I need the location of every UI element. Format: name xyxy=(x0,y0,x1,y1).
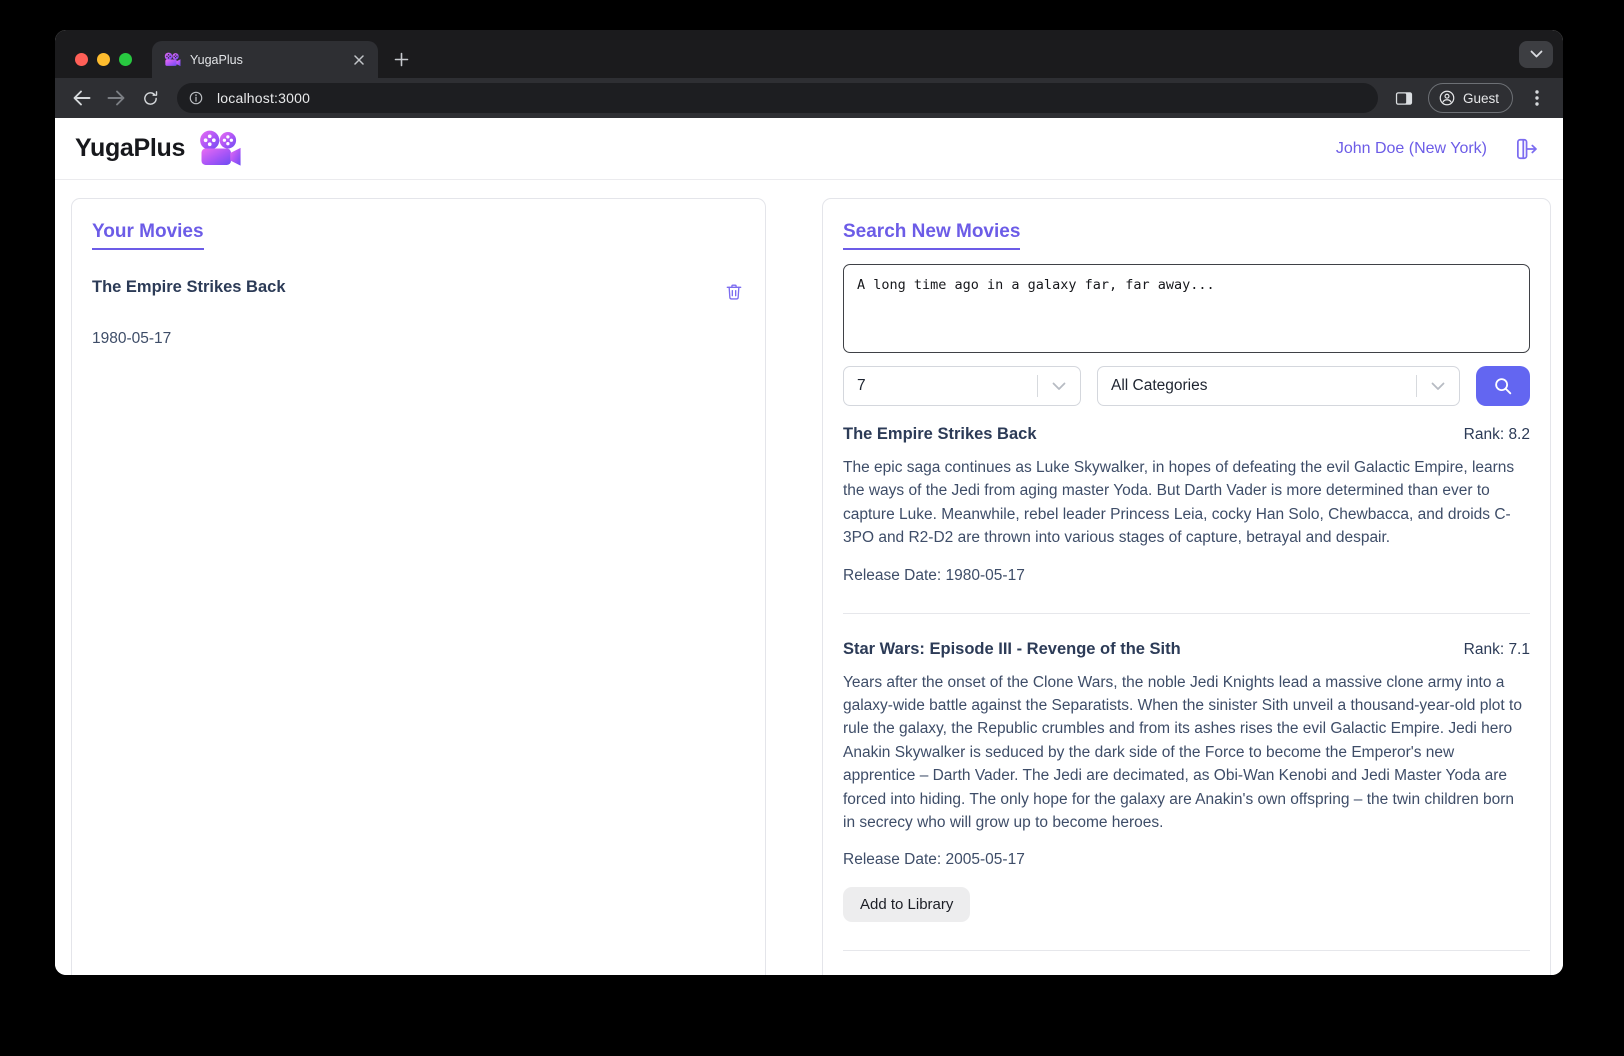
user-profile-link[interactable]: John Doe (New York) xyxy=(1336,140,1487,158)
minimize-window-button[interactable] xyxy=(97,53,110,66)
tab-title: YugaPlus xyxy=(190,53,350,67)
guest-profile-button[interactable]: Guest xyxy=(1428,83,1513,113)
library-movie-row: The Empire Strikes Back xyxy=(92,278,745,302)
library-movie-date: 1980-05-17 xyxy=(92,330,745,348)
result-title: The Empire Strikes Back xyxy=(843,425,1037,444)
your-movies-panel: Your Movies The Empire Strikes Back 1980… xyxy=(71,198,766,975)
window-controls xyxy=(75,53,132,66)
browser-window: YugaPlus localhost:3000 xyxy=(55,30,1563,975)
library-movie-title: The Empire Strikes Back xyxy=(92,278,286,297)
movie-camera-favicon-icon xyxy=(164,52,181,67)
search-query-input[interactable]: A long time ago in a galaxy far, far awa… xyxy=(843,264,1530,353)
app-header: YugaPlus John Doe (New York) xyxy=(55,118,1563,180)
result-header: The Empire Strikes Back Rank: 8.2 xyxy=(843,425,1530,444)
result-description: The epic saga continues as Luke Skywalke… xyxy=(843,456,1530,550)
address-bar[interactable]: localhost:3000 xyxy=(177,83,1378,113)
result-release-date: Release Date: 2005-05-17 xyxy=(843,851,1530,869)
chevron-down-icon xyxy=(1417,382,1459,391)
forward-icon[interactable] xyxy=(101,83,131,113)
result-rank: Rank: 8.2 xyxy=(1464,426,1530,444)
result-title: Star Wars: Episode III - Revenge of the … xyxy=(843,640,1181,659)
close-window-button[interactable] xyxy=(75,53,88,66)
new-tab-button[interactable] xyxy=(386,44,416,74)
back-icon[interactable] xyxy=(67,83,97,113)
tab-list-chevron-down-icon[interactable] xyxy=(1519,41,1553,68)
brand-title: YugaPlus xyxy=(75,134,185,163)
add-to-library-button[interactable]: Add to Library xyxy=(843,887,970,922)
maximize-window-button[interactable] xyxy=(119,53,132,66)
movie-camera-icon xyxy=(198,130,242,167)
result-rank: Rank: 7.1 xyxy=(1464,641,1530,659)
tab-yugaplus[interactable]: YugaPlus xyxy=(152,41,378,78)
search-panel: Search New Movies A long time ago in a g… xyxy=(822,198,1551,975)
result-divider xyxy=(843,950,1530,951)
results-count-value: 7 xyxy=(844,377,1037,395)
url-text: localhost:3000 xyxy=(217,90,310,106)
search-controls: 7 All Categories xyxy=(843,366,1530,406)
browser-toolbar: localhost:3000 Guest xyxy=(55,78,1563,118)
search-result: Star Wars: Episode III - Revenge of the … xyxy=(843,640,1530,923)
search-button[interactable] xyxy=(1476,366,1530,406)
search-heading: Search New Movies xyxy=(843,221,1020,250)
trash-icon[interactable] xyxy=(723,280,745,302)
result-release-date: Release Date: 1980-05-17 xyxy=(843,567,1530,585)
guest-label: Guest xyxy=(1463,91,1499,106)
result-header: Star Wars: Episode III - Revenge of the … xyxy=(843,640,1530,659)
results-count-select[interactable]: 7 xyxy=(843,366,1081,406)
logout-icon[interactable] xyxy=(1511,134,1541,164)
category-select[interactable]: All Categories xyxy=(1097,366,1460,406)
site-info-icon[interactable] xyxy=(183,85,209,111)
search-result: The Empire Strikes Back Rank: 8.2 The ep… xyxy=(843,425,1530,585)
category-value: All Categories xyxy=(1098,377,1416,395)
side-panel-icon[interactable] xyxy=(1388,83,1420,113)
search-icon xyxy=(1492,375,1514,397)
close-tab-icon[interactable] xyxy=(350,51,368,69)
guest-avatar-icon xyxy=(1438,89,1456,107)
result-description: Years after the onset of the Clone Wars,… xyxy=(843,671,1530,835)
your-movies-heading: Your Movies xyxy=(92,221,204,250)
chevron-down-icon xyxy=(1038,382,1080,391)
more-menu-icon[interactable] xyxy=(1521,83,1553,113)
tab-strip: YugaPlus xyxy=(55,30,1563,78)
reload-icon[interactable] xyxy=(135,83,165,113)
yugaplus-app: YugaPlus John Doe (New York) Your Movies… xyxy=(55,118,1563,975)
result-divider xyxy=(843,613,1530,614)
main-content: Your Movies The Empire Strikes Back 1980… xyxy=(55,180,1563,975)
